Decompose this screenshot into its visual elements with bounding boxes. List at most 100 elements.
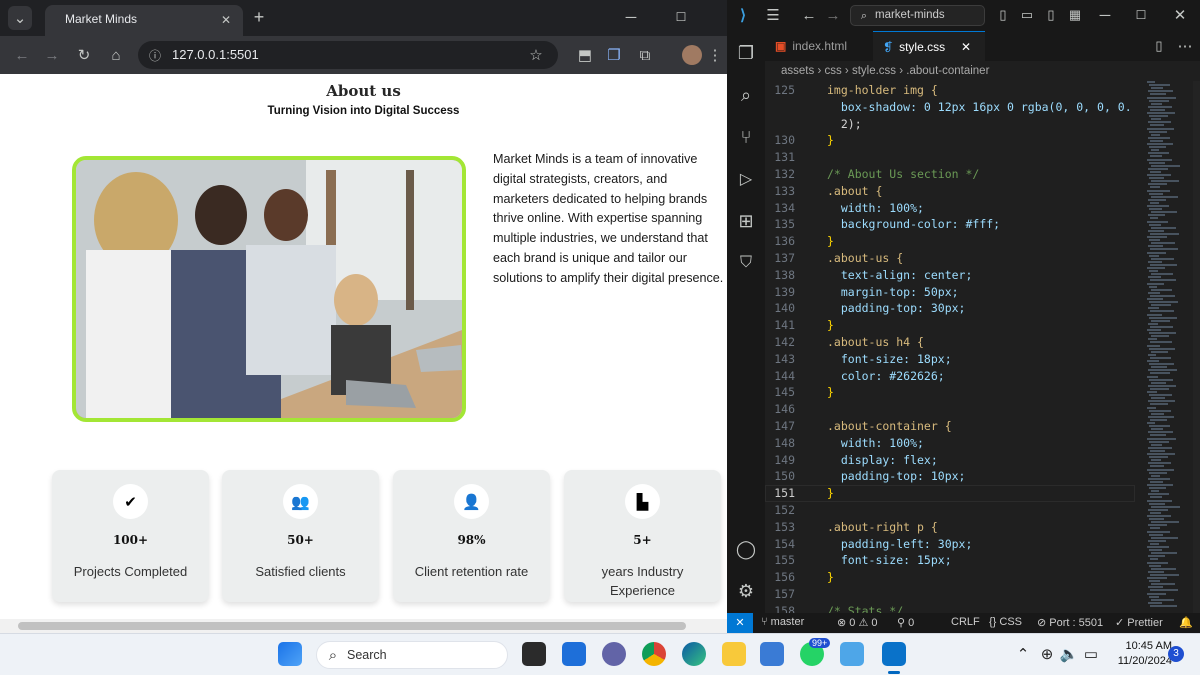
new-tab-icon[interactable]: + (248, 6, 270, 28)
breadcrumb-item[interactable]: css (824, 65, 841, 77)
code-line[interactable]: box-shadow: 0 12px 16px 0 rgba(0, 0, 0, … (827, 100, 1132, 114)
chevron-up-icon[interactable]: ⌃ (1014, 644, 1032, 664)
start-icon[interactable] (278, 642, 302, 666)
clock-date[interactable]: 11/20/2024 (1104, 655, 1172, 667)
extensions-icon[interactable]: ⧉ (633, 43, 657, 67)
notification-badge[interactable]: 3 (1168, 646, 1184, 662)
split-editor-icon[interactable]: ▯ (1149, 36, 1169, 56)
code-line[interactable]: .about-us h4 { (827, 335, 924, 349)
branch-indicator[interactable]: ⑂ master (761, 616, 804, 628)
code-editor[interactable]: 125 img-holder img { box-shadow: 0 12px 1… (765, 81, 1135, 613)
teams-icon[interactable] (602, 642, 626, 666)
maximize-icon[interactable]: ☐ (1131, 5, 1151, 25)
customize-layout-icon[interactable]: ▦ (1065, 5, 1085, 25)
tab-close-icon[interactable]: ✕ (217, 11, 235, 29)
task-view-icon[interactable] (522, 642, 546, 666)
code-line[interactable]: .about { (827, 184, 882, 198)
layout-secondary-icon[interactable]: ▯ (1041, 5, 1061, 25)
code-line[interactable]: .about-us { (827, 251, 903, 265)
clock-time[interactable]: 10:45 AM (1112, 640, 1172, 652)
tab-search-icon[interactable]: ⌄ (8, 6, 32, 30)
store-icon[interactable] (760, 642, 784, 666)
file-explorer-icon[interactable] (722, 642, 746, 666)
command-center-search[interactable]: ⌕ market-minds (850, 5, 985, 26)
source-control-icon[interactable]: ⑂ (734, 125, 758, 149)
vertical-scrollbar[interactable] (1193, 81, 1200, 613)
code-line[interactable]: /* Stats */ (827, 604, 903, 613)
code-line[interactable]: .about-right p { (827, 520, 938, 534)
eol-indicator[interactable]: CRLF (951, 616, 980, 628)
notepad-icon[interactable] (840, 642, 864, 666)
minimize-icon[interactable]: ─ (620, 6, 642, 28)
horizontal-scrollbar[interactable] (0, 619, 727, 633)
code-line[interactable]: color: #262626; (827, 369, 945, 383)
code-line[interactable]: margin-top: 50px; (827, 285, 959, 299)
code-line[interactable]: padding-top: 10px; (827, 469, 966, 483)
layout-panel-icon[interactable]: ▭ (1017, 5, 1037, 25)
remote-indicator[interactable]: ✕ (727, 613, 753, 633)
menu-icon[interactable]: ⋮ (707, 43, 723, 67)
code-line[interactable]: } (827, 133, 834, 147)
tab-close-icon[interactable]: ✕ (961, 32, 971, 62)
extensions-icon[interactable]: ⊞ (734, 209, 758, 233)
address-bar[interactable]: ⓘ 127.0.0.1:5501 ☆ (138, 41, 558, 69)
nav-back-icon[interactable]: ← (799, 5, 819, 25)
search-icon[interactable]: ⌕ (734, 83, 758, 107)
breadcrumb-item[interactable]: assets (781, 65, 814, 77)
code-line[interactable]: } (827, 318, 834, 332)
code-line[interactable]: } (827, 385, 834, 399)
maximize-icon[interactable]: ☐ (670, 6, 692, 28)
close-icon[interactable]: ✕ (1170, 5, 1190, 25)
code-line[interactable]: font-size: 18px; (827, 352, 952, 366)
code-line[interactable]: .about-container { (827, 419, 952, 433)
widgets-icon[interactable] (562, 642, 586, 666)
code-line[interactable]: 2); (827, 117, 862, 131)
code-line[interactable]: display: flex; (827, 453, 938, 467)
layout-sidebar-icon[interactable]: ▯ (993, 5, 1013, 25)
home-icon[interactable]: ⌂ (104, 43, 128, 67)
code-line[interactable]: } (827, 486, 834, 500)
profile-avatar[interactable] (682, 45, 702, 65)
code-line[interactable]: text-align: center; (827, 268, 973, 282)
language-indicator[interactable]: {} CSS (989, 616, 1022, 628)
code-line[interactable]: img-holder img { (827, 83, 938, 97)
forward-icon[interactable]: → (40, 43, 64, 67)
account-icon[interactable]: ◯ (734, 537, 758, 561)
explorer-icon[interactable]: ❐ (734, 41, 758, 65)
code-line[interactable]: width: 100%; (827, 436, 924, 450)
chrome-icon[interactable] (642, 642, 666, 666)
notifications-bell-icon[interactable]: 🔔 (1179, 616, 1193, 629)
bookmark-star-icon[interactable]: ☆ (526, 45, 546, 65)
site-info-icon[interactable]: ⓘ (146, 46, 164, 64)
copy-icon[interactable]: ❐ (602, 43, 626, 67)
edge-icon[interactable] (682, 642, 706, 666)
more-actions-icon[interactable]: ⋯ (1175, 36, 1195, 56)
run-debug-icon[interactable]: ▷ (734, 167, 758, 191)
taskbar-search[interactable]: ⌕ Search (316, 641, 508, 669)
code-line[interactable]: background-color: #fff; (827, 217, 1000, 231)
code-line[interactable]: padding-top: 30px; (827, 301, 966, 315)
code-line[interactable]: } (827, 570, 834, 584)
code-line[interactable]: } (827, 234, 834, 248)
vscode-taskbar-icon[interactable] (882, 642, 906, 666)
breadcrumb-item[interactable]: .about-container (906, 65, 989, 77)
nav-forward-icon[interactable]: → (823, 5, 843, 25)
settings-gear-icon[interactable]: ⚙ (734, 579, 758, 603)
tab-index-html[interactable]: ▣ index.html (765, 31, 873, 61)
minimap[interactable] (1147, 81, 1192, 613)
minimize-icon[interactable]: ─ (1095, 5, 1115, 25)
live-server-port[interactable]: ⊘ Port : 5501 (1037, 616, 1103, 629)
reading-icon[interactable]: ⬒ (573, 43, 597, 67)
back-icon[interactable]: ← (10, 43, 34, 67)
browser-tab[interactable]: Market Minds ✕ (45, 5, 243, 36)
battery-icon[interactable]: ▭ (1082, 644, 1100, 664)
tab-style-css[interactable]: ❡ style.css ✕ (873, 31, 985, 61)
reload-icon[interactable]: ↻ (72, 43, 96, 67)
code-line[interactable]: width: 100%; (827, 201, 924, 215)
breadcrumb[interactable]: assets › css › style.css › .about-contai… (765, 61, 1200, 81)
volume-icon[interactable]: 🔈 (1060, 644, 1079, 664)
code-line[interactable]: padding-left: 30px; (827, 537, 973, 551)
scrollbar-thumb[interactable] (18, 622, 686, 630)
breadcrumb-item[interactable]: style.css (852, 65, 896, 77)
problems-indicator[interactable]: ⊗ 0 ⚠ 0 (837, 616, 878, 629)
